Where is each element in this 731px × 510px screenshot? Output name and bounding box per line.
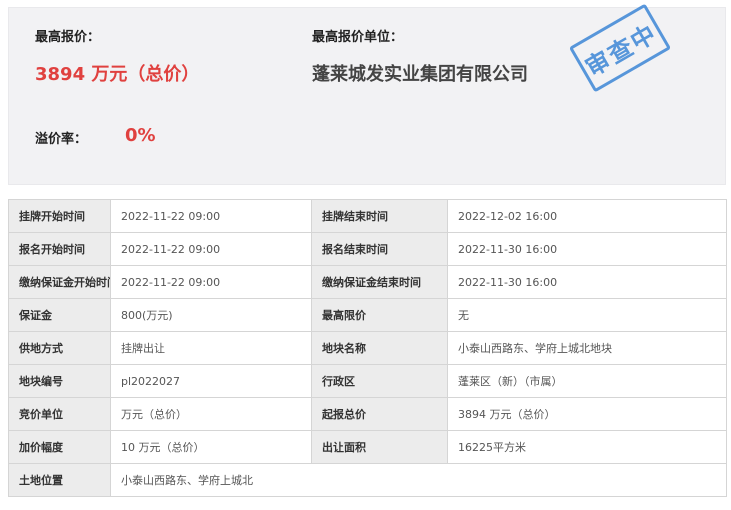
table-row: 缴纳保证金开始时间 2022-11-22 09:00 缴纳保证金结束时间 2022-1… — [8, 265, 727, 299]
field-label: 土地位置 — [8, 463, 111, 497]
bid-summary-panel: 最高报价： 3894 万元（总价） 最高报价单位： 蓬莱城发实业集团有限公司 溢… — [8, 3, 726, 185]
highest-bidder-value: 蓬莱城发实业集团有限公司 — [312, 64, 528, 85]
field-value: 2022-11-22 09:00 — [110, 265, 312, 299]
premium-rate-value: 0% — [125, 125, 156, 146]
field-label: 地块名称 — [311, 331, 448, 365]
field-value: 3894 万元（总价） — [447, 397, 727, 431]
field-value: 16225平方米 — [447, 430, 727, 464]
field-value: 2022-12-02 16:00 — [447, 199, 727, 233]
table-row: 竞价单位 万元（总价） 起报总价 3894 万元（总价） — [8, 397, 727, 431]
field-value: 2022-11-22 09:00 — [110, 199, 312, 233]
field-label: 挂牌开始时间 — [8, 199, 111, 233]
highest-bidder-label: 最高报价单位： — [312, 30, 404, 45]
field-label: 加价幅度 — [8, 430, 111, 464]
field-label: 供地方式 — [8, 331, 111, 365]
table-row: 地块编号 pl2022027 行政区 蓬莱区（新）（市属） — [8, 364, 727, 398]
field-label: 起报总价 — [311, 397, 448, 431]
table-row: 报名开始时间 2022-11-22 09:00 报名结束时间 2022-11-30 1… — [8, 232, 727, 266]
field-label: 缴纳保证金开始时间 — [8, 265, 111, 299]
field-label: 报名开始时间 — [8, 232, 111, 266]
field-label: 竞价单位 — [8, 397, 111, 431]
field-value: 挂牌出让 — [110, 331, 312, 365]
land-info-table: 挂牌开始时间 2022-11-22 09:00 挂牌结束时间 2022-12-02 1… — [8, 199, 727, 497]
table-row: 保证金 800(万元) 最高限价无 — [8, 298, 727, 332]
field-value: 2022-11-22 09:00 — [110, 232, 312, 266]
premium-rate-label: 溢价率： — [35, 132, 88, 147]
table-row-location: 土地位置 小泰山西路东、学府上城北 — [8, 463, 727, 497]
highest-bid-label: 最高报价： — [35, 30, 101, 45]
field-value: pl2022027 — [110, 364, 312, 398]
land-info-body: 挂牌开始时间 2022-11-22 09:00 挂牌结束时间 2022-12-02 1… — [8, 199, 727, 497]
field-label: 出让面积 — [311, 430, 448, 464]
field-value: 小泰山西路东、学府上城北 — [110, 463, 727, 497]
table-row: 挂牌开始时间 2022-11-22 09:00 挂牌结束时间 2022-12-02 1… — [8, 199, 727, 233]
field-value: 无 — [447, 298, 727, 332]
field-value: 小泰山西路东、学府上城北地块 — [447, 331, 727, 365]
under-review-stamp: 审查中 — [568, 3, 672, 93]
field-label: 挂牌结束时间 — [311, 199, 448, 233]
field-label: 报名结束时间 — [311, 232, 448, 266]
field-value: 蓬莱区（新）（市属） — [447, 364, 727, 398]
field-value: 800(万元) — [110, 298, 312, 332]
field-value: 万元（总价） — [110, 397, 312, 431]
field-label: 保证金 — [8, 298, 111, 332]
highest-bid-value: 3894 万元（总价） — [35, 64, 200, 85]
field-label: 缴纳保证金结束时间 — [311, 265, 448, 299]
field-value: 2022-11-30 16:00 — [447, 232, 727, 266]
field-label: 地块编号 — [8, 364, 111, 398]
field-value: 10 万元（总价） — [110, 430, 312, 464]
table-row: 供地方式 挂牌出让 地块名称 小泰山西路东、学府上城北地块 — [8, 331, 727, 365]
field-value: 2022-11-30 16:00 — [447, 265, 727, 299]
field-label: 最高限价 — [311, 298, 448, 332]
table-row: 加价幅度 10 万元（总价） 出让面积 16225平方米 — [8, 430, 727, 464]
field-label: 行政区 — [311, 364, 448, 398]
